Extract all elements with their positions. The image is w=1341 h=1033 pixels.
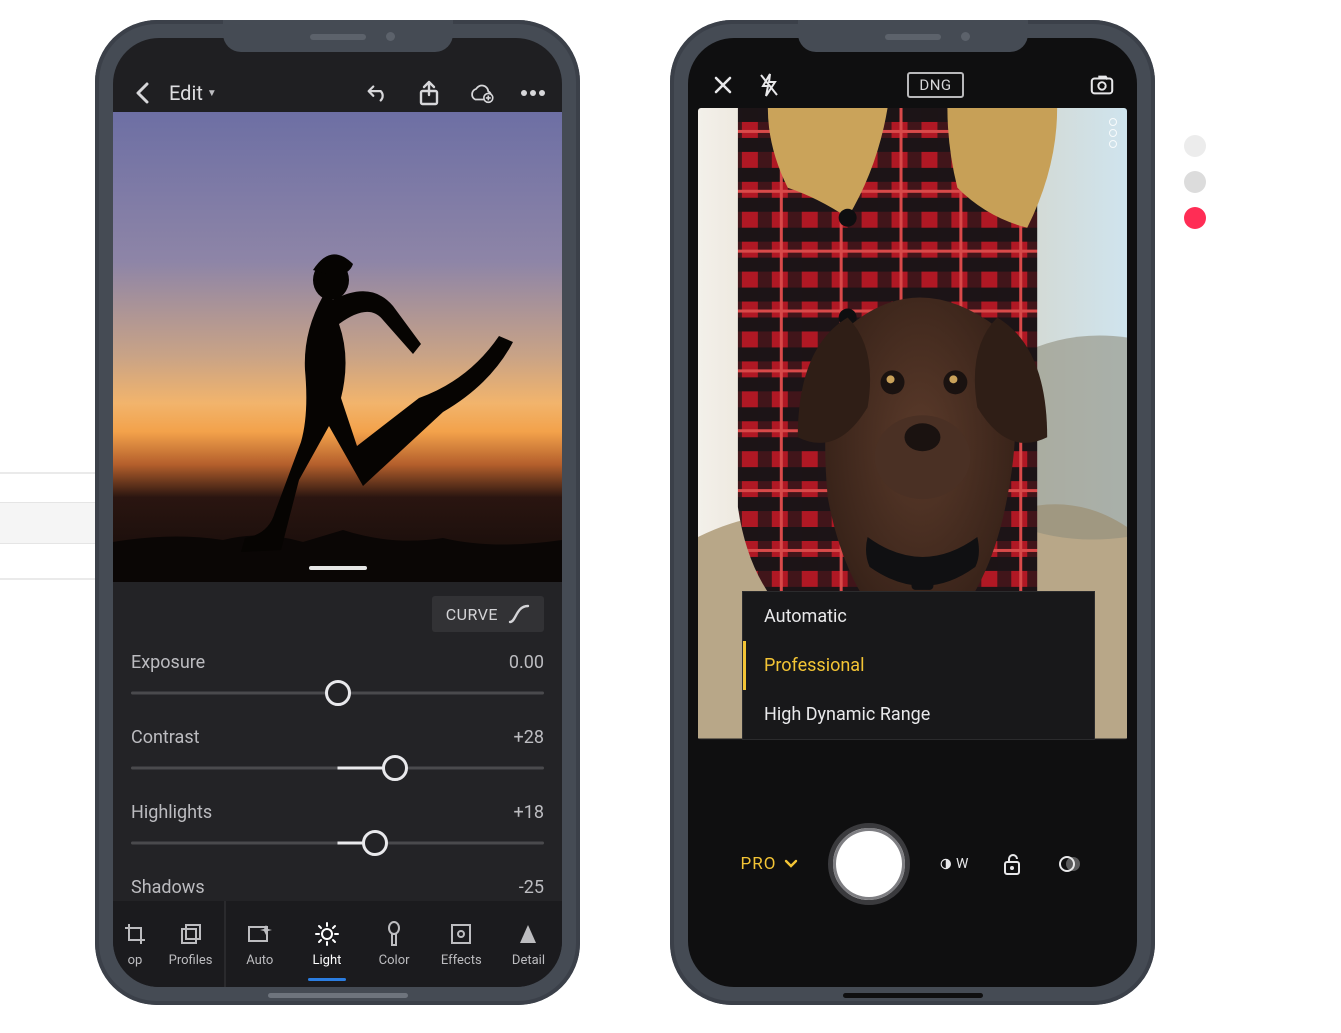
stage: Edit ▼ [0, 0, 1341, 1033]
screen-camera: DNG [688, 38, 1137, 987]
dot[interactable] [1184, 171, 1206, 193]
caret-down-icon: ▼ [207, 88, 217, 99]
slider-track[interactable] [131, 754, 544, 782]
screen-edit: Edit ▼ [113, 38, 562, 987]
format-button[interactable]: DNG [907, 72, 963, 98]
menu-label: Professional [764, 655, 864, 676]
cloud-add-icon[interactable] [468, 80, 494, 106]
close-icon[interactable] [710, 72, 736, 98]
slider-value: -25 [519, 877, 544, 898]
slider-label: Shadows [131, 877, 205, 898]
lock-open-icon[interactable] [998, 850, 1026, 878]
notch [798, 20, 1028, 52]
tool-effects[interactable]: Effects [428, 901, 495, 987]
flash-off-icon[interactable] [756, 72, 782, 98]
white-balance-button[interactable]: W [940, 850, 968, 878]
tool-label: Profiles [169, 953, 213, 968]
more-icon[interactable] [520, 80, 546, 106]
slider-shadows: Shadows -25 [131, 863, 544, 898]
mode-menu: Automatic Professional High Dynamic Rang… [742, 591, 1095, 740]
tool-color[interactable]: Color [361, 901, 428, 987]
tool-detail[interactable]: Detail [495, 901, 562, 987]
auto-icon [247, 921, 273, 947]
home-indicator [843, 993, 983, 998]
title-dropdown[interactable]: Edit ▼ [169, 81, 217, 105]
slider-value: +18 [514, 802, 544, 823]
phone-edit: Edit ▼ [95, 20, 580, 1005]
slider-highlights: Highlights +18 [131, 788, 544, 857]
wb-label: W [956, 856, 968, 872]
menu-item-professional[interactable]: Professional [743, 641, 1094, 690]
slider-track[interactable] [131, 679, 544, 707]
slider-value: +28 [514, 727, 544, 748]
edit-toolbar: op Profiles Auto Light Color [113, 901, 562, 987]
share-icon[interactable] [416, 80, 442, 106]
curve-icon [508, 604, 530, 624]
format-label: DNG [919, 76, 951, 94]
slider-label: Contrast [131, 727, 200, 748]
back-icon[interactable] [129, 80, 155, 106]
effects-icon [448, 921, 474, 947]
shutter-button[interactable] [828, 823, 910, 905]
tool-label: op [128, 953, 143, 968]
curve-button[interactable]: CURVE [432, 596, 544, 632]
options-icon[interactable] [1109, 118, 1117, 148]
carousel-dots [1184, 135, 1206, 229]
phone-camera: DNG [670, 20, 1155, 1005]
detail-icon [515, 921, 541, 947]
tool-label: Effects [441, 953, 482, 968]
dot[interactable] [1184, 135, 1206, 157]
title-text: Edit [169, 81, 203, 105]
home-indicator [268, 993, 408, 998]
camera-bar: PRO W [688, 740, 1137, 987]
tool-label: Auto [246, 953, 273, 968]
mode-selector[interactable]: PRO [741, 854, 799, 874]
switch-camera-icon[interactable] [1089, 72, 1115, 98]
photo-preview[interactable] [113, 112, 562, 582]
tool-label: Color [379, 953, 410, 968]
photo-silhouette [113, 112, 562, 582]
color-icon [381, 921, 407, 947]
slider-exposure: Exposure 0.00 [131, 638, 544, 707]
tool-label: Detail [512, 953, 545, 968]
light-icon [314, 921, 340, 947]
mode-label: PRO [741, 854, 777, 874]
tool-light[interactable]: Light [293, 901, 360, 987]
menu-label: High Dynamic Range [764, 704, 930, 725]
tool-auto[interactable]: Auto [226, 901, 293, 987]
profiles-icon [178, 921, 204, 947]
panel-grabber[interactable] [309, 566, 367, 570]
dot-active[interactable] [1184, 207, 1206, 229]
tool-profiles[interactable]: Profiles [157, 901, 224, 987]
slider-track[interactable] [131, 829, 544, 857]
chevron-down-icon [784, 859, 798, 869]
slider-contrast: Contrast +28 [131, 713, 544, 782]
menu-item-automatic[interactable]: Automatic [743, 592, 1094, 641]
tool-label: Light [312, 953, 341, 968]
tool-crop[interactable]: op [113, 901, 157, 987]
crop-icon [122, 921, 148, 947]
viewfinder[interactable]: Automatic Professional High Dynamic Rang… [698, 108, 1127, 740]
notch [223, 20, 453, 52]
slider-label: Highlights [131, 802, 212, 823]
light-panel: CURVE Exposure 0.00 Contrast +28 [113, 582, 562, 901]
menu-label: Automatic [764, 606, 847, 627]
undo-icon[interactable] [364, 80, 390, 106]
slider-value: 0.00 [509, 652, 544, 673]
filter-icon[interactable] [1056, 850, 1084, 878]
slider-label: Exposure [131, 652, 205, 673]
curve-label: CURVE [446, 605, 498, 624]
menu-item-hdr[interactable]: High Dynamic Range [743, 690, 1094, 739]
